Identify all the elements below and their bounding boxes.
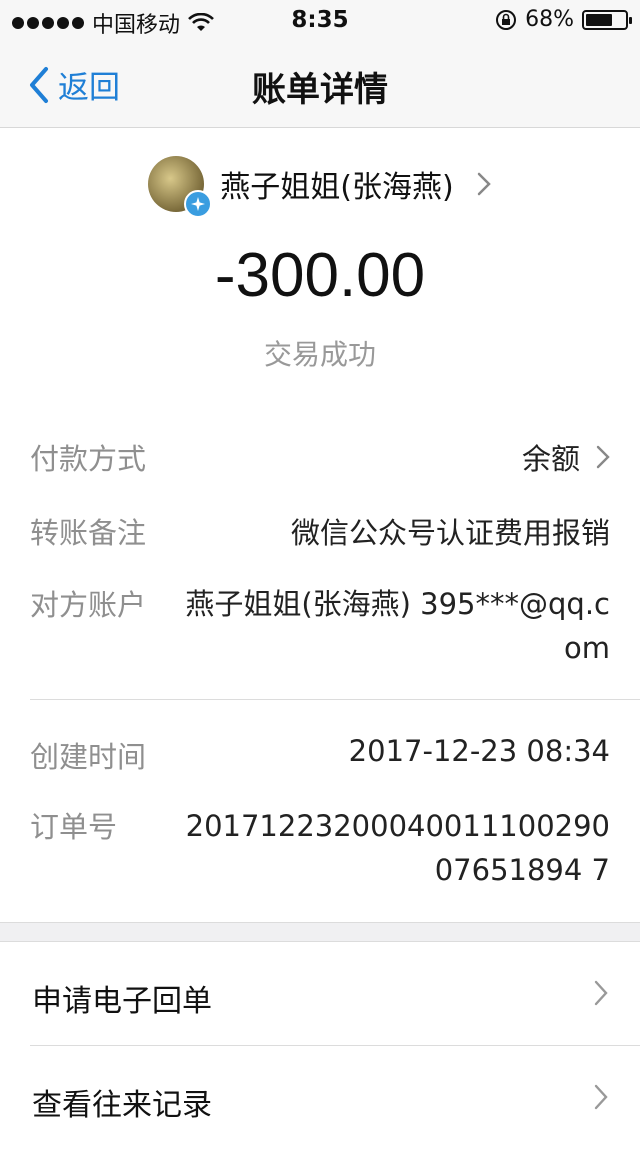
chevron-right-icon	[477, 172, 491, 196]
battery-percent: 68%	[525, 7, 574, 32]
chevron-right-icon	[594, 980, 608, 1006]
battery-fill	[586, 13, 612, 26]
section-gap	[0, 922, 640, 942]
account-value: 燕子姐姐(张海燕) 395***@qq.com	[185, 587, 610, 665]
history-label: 查看往来记录	[32, 1088, 212, 1123]
payment-method-value-wrap: 余额	[522, 436, 610, 478]
payee-name: 燕子姐姐(张海燕)	[220, 170, 454, 205]
page-title: 账单详情	[252, 70, 388, 110]
avatar-wrap	[148, 156, 213, 218]
divider	[30, 699, 640, 700]
created-time-label: 创建时间	[30, 740, 147, 774]
account-label: 对方账户	[30, 588, 147, 622]
payment-method-value: 余额	[521, 442, 580, 476]
remark-label: 转账备注	[30, 516, 147, 550]
apply-receipt-row[interactable]: 申请电子回单	[0, 942, 640, 1046]
chevron-right-icon	[596, 445, 610, 469]
nav-bar: 返回 账单详情	[0, 40, 640, 128]
rotation-lock-icon	[496, 9, 517, 30]
chevron-right-icon	[594, 1084, 608, 1110]
apply-receipt-label: 申请电子回单	[32, 984, 212, 1019]
created-time-value: 2017-12-23 08:34	[348, 734, 610, 768]
order-number-value: 2017122320004001110029007651894 7	[185, 809, 610, 887]
history-row[interactable]: 查看往来记录	[0, 1046, 640, 1150]
order-number-label: 订单号	[30, 810, 118, 844]
battery-icon	[582, 9, 632, 30]
amount: -300.00	[214, 241, 426, 310]
transaction-status: 交易成功	[263, 338, 376, 371]
remark-value: 微信公众号认证费用报销	[290, 516, 610, 550]
status-right: 68%	[495, 7, 632, 32]
status-bar: 中国移动 8:35 68%	[0, 0, 640, 40]
verified-badge-icon	[184, 190, 213, 218]
payment-method-label: 付款方式	[30, 442, 147, 476]
payee-row[interactable]: 燕子姐姐(张海燕)	[0, 156, 640, 218]
